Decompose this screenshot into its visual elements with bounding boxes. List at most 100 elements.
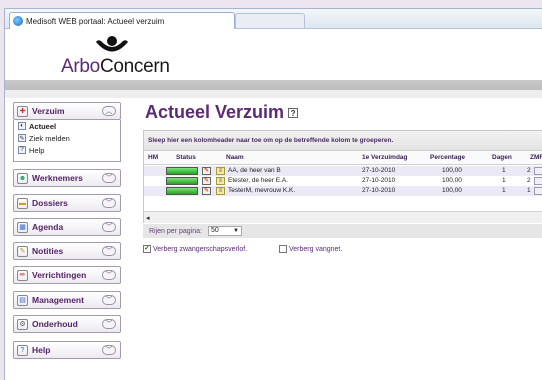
submenu-item-label: Ziek melden — [29, 133, 70, 143]
column-header-naam[interactable]: Naam — [226, 151, 244, 165]
browser-tab[interactable]: Medisoft WEB portaal: Actueel verzuim — [9, 12, 235, 29]
cell-naam[interactable]: Etester, de heer E.A. — [228, 176, 288, 186]
chevron-down-icon[interactable]: ﹀ — [102, 222, 116, 232]
table-row[interactable]: ✎ ≡ Etester, de heer E.A. 27-10-2010 100… — [144, 176, 542, 186]
checkbox-zwangerschapsverlof[interactable]: ✓ Verberg zwangerschapsverlof. — [143, 245, 247, 253]
help-icon: ? — [18, 146, 26, 154]
folder-icon: ▬ — [17, 197, 28, 209]
actueel-icon: ◐ — [18, 122, 26, 130]
submenu-item-help[interactable]: ? Help — [14, 144, 120, 156]
pager: Rijen per pagina: 50 ▼ — [143, 224, 542, 238]
chevron-down-icon[interactable]: ﹀ — [102, 270, 116, 280]
submenu-item-ziek-melden[interactable]: ✎ Ziek melden — [14, 132, 120, 144]
scroll-left-icon[interactable]: ◂ — [146, 214, 150, 222]
edit-icon[interactable]: ✎ — [202, 177, 211, 185]
checkbox-label: Verberg vangnet. — [289, 245, 343, 253]
nav-notities-label: Notities — [32, 246, 64, 256]
rows-per-page-label: Rijen per pagina: — [149, 227, 202, 235]
cell-verzuimdag: 27-10-2010 — [362, 167, 396, 174]
cell-verzuimdag: 27-10-2010 — [362, 177, 396, 184]
verzuim-grid: Sleep hier een kolomheader naar toe om o… — [143, 130, 542, 223]
submenu-item-label: Help — [29, 145, 45, 155]
nav-notities[interactable]: ✎ Notities ﹀ — [13, 242, 121, 260]
nav-verrichtingen[interactable]: ✏ Verrichtingen ﹀ — [13, 266, 121, 284]
group-drop-zone[interactable]: Sleep hier een kolomheader naar toe om o… — [144, 131, 542, 151]
column-header-dagen[interactable]: Dagen — [492, 151, 512, 165]
edit-icon[interactable]: ✎ — [202, 187, 211, 195]
chevron-down-icon[interactable]: ﹀ — [102, 295, 116, 305]
cell-zmf: 1 — [527, 187, 531, 194]
header-divider — [5, 80, 542, 90]
wrench-icon: ⚙ — [17, 318, 28, 330]
submenu-item-actueel[interactable]: ◐ Actueel — [14, 120, 120, 132]
chevron-down-icon[interactable]: ﹀ — [102, 345, 116, 355]
nav-dossiers[interactable]: ▬ Dossiers ﹀ — [13, 194, 121, 212]
chart-icon: ▤ — [17, 294, 28, 306]
status-bar — [166, 177, 198, 185]
verzuim-submenu: ◐ Actueel ✎ Ziek melden ? Help — [13, 120, 121, 162]
dossier-icon[interactable]: ≡ — [216, 177, 225, 185]
nav-onderhoud-label: Onderhoud — [32, 319, 78, 329]
chevron-down-icon[interactable]: ﹀ — [102, 198, 116, 208]
note-icon: ✎ — [17, 245, 28, 257]
header-subbar — [5, 90, 542, 98]
column-header-status[interactable]: Status — [176, 151, 196, 165]
table-row[interactable]: ✎ ≡ AA, de heer van B 27-10-2010 100,00 … — [144, 166, 542, 176]
sidebar: ✚ Verzuim ︿ ◐ Actueel ✎ Ziek melden ? He… — [5, 98, 129, 380]
nav-onderhoud[interactable]: ⚙ Onderhoud ﹀ — [13, 315, 121, 333]
status-bar — [166, 167, 198, 175]
arboconcern-logo[interactable]: ArboConcern — [61, 34, 171, 78]
verzuim-icon: ✚ — [17, 105, 28, 117]
checkbox-vangnet[interactable]: Verberg vangnet. — [279, 245, 342, 253]
dossier-icon[interactable]: ≡ — [216, 187, 225, 195]
cell-naam[interactable]: AA, de heer van B — [228, 166, 281, 176]
nav-help[interactable]: ? Help ﹀ — [13, 341, 121, 359]
nav-verzuim[interactable]: ✚ Verzuim ︿ — [13, 102, 121, 120]
checkbox-unchecked-icon[interactable] — [279, 245, 287, 253]
pencil-icon: ✏ — [17, 269, 28, 281]
nav-verrichtingen-label: Verrichtingen — [32, 270, 87, 280]
calendar-icon: ▦ — [17, 221, 28, 233]
cell-verzuimdag: 27-10-2010 — [362, 187, 396, 194]
logo-text-concern: Concern — [99, 56, 170, 77]
help-icon[interactable]: ? — [288, 108, 299, 119]
zmf-icon[interactable] — [534, 187, 542, 195]
rows-per-page-select[interactable]: 50 ▼ — [207, 226, 242, 236]
checkbox-checked-icon[interactable]: ✓ — [143, 245, 151, 253]
table-row[interactable]: ✎ ≡ TesterM, mevrouw K.K. 27-10-2010 100… — [144, 186, 542, 196]
submenu-item-label: Actueel — [29, 121, 57, 131]
logo-text: ArboConcern — [61, 56, 170, 78]
ziek-melden-icon: ✎ — [18, 134, 26, 142]
page-title: Actueel Verzuim? — [145, 102, 299, 123]
column-header-hm[interactable]: HM — [148, 151, 158, 165]
edit-icon[interactable]: ✎ — [202, 167, 211, 175]
nav-agenda-label: Agenda — [32, 222, 64, 232]
dossier-icon[interactable]: ≡ — [216, 167, 225, 175]
new-tab[interactable] — [235, 13, 305, 28]
screen: Medisoft WEB portaal: Actueel verzuim Ar… — [0, 0, 542, 380]
zmf-icon[interactable] — [534, 167, 542, 175]
page-title-text: Actueel Verzuim — [145, 102, 285, 122]
nav-werknemers[interactable]: ☻ Werknemers ﹀ — [13, 169, 121, 187]
chevron-down-icon[interactable]: ﹀ — [102, 246, 116, 256]
cell-percentage: 100,00 — [442, 177, 462, 184]
cell-dagen: 1 — [502, 187, 506, 194]
chevron-down-icon[interactable]: ﹀ — [102, 319, 116, 329]
cell-zmf: 2 — [527, 167, 531, 174]
nav-dossiers-label: Dossiers — [32, 198, 68, 208]
browser-titlebar: Medisoft WEB portaal: Actueel verzuim — [5, 9, 542, 29]
column-header-1e-verzuimdag[interactable]: 1e Verzuimdag — [362, 151, 408, 165]
zmf-icon[interactable] — [534, 177, 542, 185]
horizontal-scrollbar[interactable]: ◂ — [144, 211, 542, 223]
chevron-up-icon[interactable]: ︿ — [102, 106, 116, 116]
nav-agenda[interactable]: ▦ Agenda ﹀ — [13, 218, 121, 236]
nav-management[interactable]: ▤ Management ﹀ — [13, 291, 121, 309]
cell-zmf: 2 — [527, 177, 531, 184]
column-header-percentage[interactable]: Percentage — [430, 151, 465, 165]
tab-title: Medisoft WEB portaal: Actueel verzuim — [26, 16, 165, 26]
column-header-zmf[interactable]: ZMF — [530, 151, 542, 165]
cell-naam[interactable]: TesterM, mevrouw K.K. — [228, 186, 295, 196]
help-icon: ? — [17, 344, 28, 356]
status-bar — [166, 187, 198, 195]
chevron-down-icon[interactable]: ﹀ — [102, 173, 116, 183]
